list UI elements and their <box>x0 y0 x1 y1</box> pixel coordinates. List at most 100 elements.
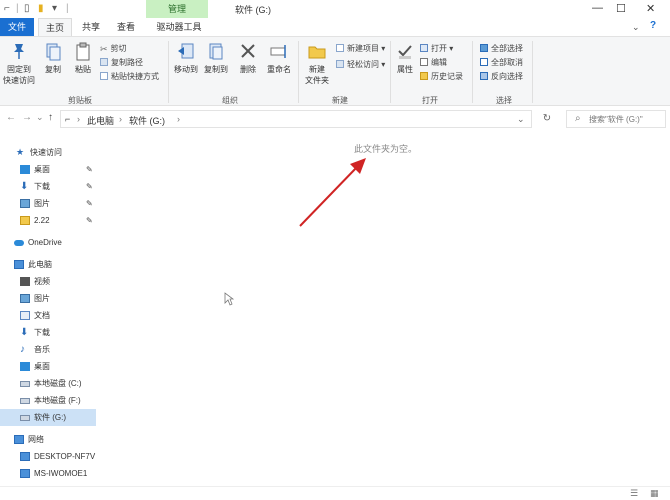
computer-icon <box>20 452 30 461</box>
nav-label: 桌面 <box>34 362 50 371</box>
copy-path-button[interactable]: 复制路径 <box>100 57 143 68</box>
nav-quick-access[interactable]: ★ 快速访问 <box>0 144 96 161</box>
nav-desktop-host[interactable]: DESKTOP-NF7V <box>0 448 96 465</box>
nav-label: MS-IWOMOE1 <box>34 469 88 478</box>
tab-drive-tools[interactable]: 驱动器工具 <box>148 18 210 36</box>
properties-button[interactable]: 属性 <box>394 41 416 75</box>
new-folder-label: 新建 文件夹 <box>305 65 329 85</box>
properties-icon[interactable]: ▯ <box>24 3 30 14</box>
desktop-icon <box>20 362 30 371</box>
nav-desktop[interactable]: 桌面 ✎ <box>0 161 96 178</box>
large-icons-view-icon[interactable]: ▦ <box>650 488 659 499</box>
pin-icon[interactable]: ✎ <box>86 178 93 195</box>
download-icon: ⬇ <box>20 181 29 192</box>
new-item-button[interactable]: 新建项目 ▾ <box>336 43 385 54</box>
edit-button[interactable]: 编辑 <box>420 57 447 68</box>
refresh-button[interactable]: ↻ <box>540 110 554 128</box>
address-dropdown-button[interactable]: ⌄ <box>517 114 525 125</box>
nav-label: 2.22 <box>34 216 50 225</box>
nav-videos[interactable]: 视频 <box>0 273 96 290</box>
up-button[interactable]: ↑ <box>48 112 53 123</box>
cloud-icon <box>14 240 24 246</box>
close-button[interactable]: ✕ <box>646 2 655 15</box>
select-none-button[interactable]: 全部取消 <box>480 57 523 68</box>
breadcrumb-this-pc[interactable]: 此电脑 <box>87 114 114 127</box>
drive-icon <box>20 381 30 387</box>
file-list-area[interactable]: 此文件夹为空。 <box>96 134 670 486</box>
paste-shortcut-label: 粘贴快捷方式 <box>111 72 159 81</box>
nav-this-pc[interactable]: 此电脑 <box>0 256 96 273</box>
delete-button[interactable]: 删除 <box>236 41 260 75</box>
download-icon: ⬇ <box>20 327 29 338</box>
pin-icon[interactable]: ✎ <box>86 195 93 212</box>
select-group-label: 选择 <box>496 96 512 105</box>
chevron-down-icon[interactable]: ⌄ <box>632 22 640 33</box>
breadcrumb-drive[interactable]: 软件 (G:) <box>129 114 165 127</box>
tab-home[interactable]: 主页 <box>38 18 72 36</box>
quick-access-dropdown-icon[interactable]: ▾ <box>52 3 57 14</box>
pin-quick-access-button[interactable]: 固定到 快速访问 <box>2 41 36 86</box>
nav-pictures[interactable]: 图片 ✎ <box>0 195 96 212</box>
move-to-icon <box>178 43 194 59</box>
pictures-icon <box>20 294 30 303</box>
minimize-button[interactable]: — <box>592 2 603 14</box>
tab-file[interactable]: 文件 <box>0 18 34 36</box>
easy-access-button[interactable]: 轻松访问 ▾ <box>336 59 385 70</box>
nav-label: 本地磁盘 (F:) <box>34 396 81 405</box>
nav-network[interactable]: 网络 <box>0 431 96 448</box>
maximize-button[interactable]: ☐ <box>616 2 626 15</box>
pin-icon[interactable]: ✎ <box>86 161 93 178</box>
move-to-button[interactable]: 移动到 <box>172 41 200 75</box>
search-icon: ⌕ <box>575 113 581 124</box>
copy-to-button[interactable]: 复制到 <box>202 41 230 75</box>
search-box[interactable]: ⌕ <box>566 110 666 128</box>
nav-local-disk-c[interactable]: 本地磁盘 (C:) <box>0 375 96 392</box>
ribbon: 固定到 快速访问 复制 粘贴 ✂ 剪切 复制路径 粘贴快捷方式 剪贴板 移动到 复… <box>0 36 670 106</box>
nav-software-g[interactable]: 软件 (G:) <box>0 409 96 426</box>
paste-button[interactable]: 粘贴 <box>70 41 96 75</box>
details-view-icon[interactable]: ☰ <box>630 488 638 499</box>
nav-label: OneDrive <box>28 238 62 247</box>
help-icon[interactable]: ? <box>650 20 656 31</box>
back-button[interactable]: ← <box>6 112 16 123</box>
invert-selection-button[interactable]: 反向选择 <box>480 71 523 82</box>
recent-locations-button[interactable]: ⌄ <box>36 112 44 123</box>
nav-folder-222[interactable]: 2.22 ✎ <box>0 212 96 229</box>
nav-music[interactable]: ♪ 音乐 <box>0 341 96 358</box>
tab-share[interactable]: 共享 <box>76 18 106 36</box>
new-folder-button[interactable]: 新建 文件夹 <box>302 41 332 86</box>
history-label: 历史记录 <box>431 72 463 81</box>
new-folder-icon[interactable]: ▮ <box>38 3 44 14</box>
rename-button[interactable]: 重命名 <box>264 41 294 75</box>
new-item-icon <box>336 44 344 52</box>
nav-label: 视频 <box>34 277 50 286</box>
drive-icon[interactable]: ⌐ <box>4 3 10 14</box>
open-button[interactable]: 打开 ▾ <box>420 43 453 54</box>
address-bar[interactable]: ⌐ › 此电脑 › 软件 (G:) › ⌄ <box>60 110 532 128</box>
nav-downloads[interactable]: ⬇ 下载 ✎ <box>0 178 96 195</box>
forward-button[interactable]: → <box>22 112 32 123</box>
select-all-button[interactable]: 全部选择 <box>480 43 523 54</box>
copy-icon <box>46 43 61 61</box>
ribbon-divider <box>168 41 169 103</box>
copy-button[interactable]: 复制 <box>40 41 66 75</box>
easy-access-label: 轻松访问 ▾ <box>347 60 386 69</box>
nav-desktop-2[interactable]: 桌面 <box>0 358 96 375</box>
nav-onedrive[interactable]: OneDrive <box>0 234 96 251</box>
edit-label: 编辑 <box>431 58 447 67</box>
cut-button[interactable]: ✂ 剪切 <box>100 43 127 54</box>
nav-documents[interactable]: 文档 <box>0 307 96 324</box>
drive-icon <box>20 398 30 404</box>
tab-view[interactable]: 查看 <box>110 18 142 36</box>
nav-ms-host[interactable]: MS-IWOMOE1 <box>0 465 96 482</box>
history-button[interactable]: 历史记录 <box>420 71 463 82</box>
nav-local-disk-f[interactable]: 本地磁盘 (F:) <box>0 392 96 409</box>
paste-shortcut-button[interactable]: 粘贴快捷方式 <box>100 71 159 82</box>
paste-icon <box>76 42 90 61</box>
search-input[interactable] <box>589 113 663 126</box>
nav-pictures-2[interactable]: 图片 <box>0 290 96 307</box>
pin-icon[interactable]: ✎ <box>86 212 93 229</box>
breadcrumb-separator: › <box>119 114 122 124</box>
nav-downloads-2[interactable]: ⬇ 下载 <box>0 324 96 341</box>
manage-context-tab[interactable]: 管理 <box>146 0 208 18</box>
